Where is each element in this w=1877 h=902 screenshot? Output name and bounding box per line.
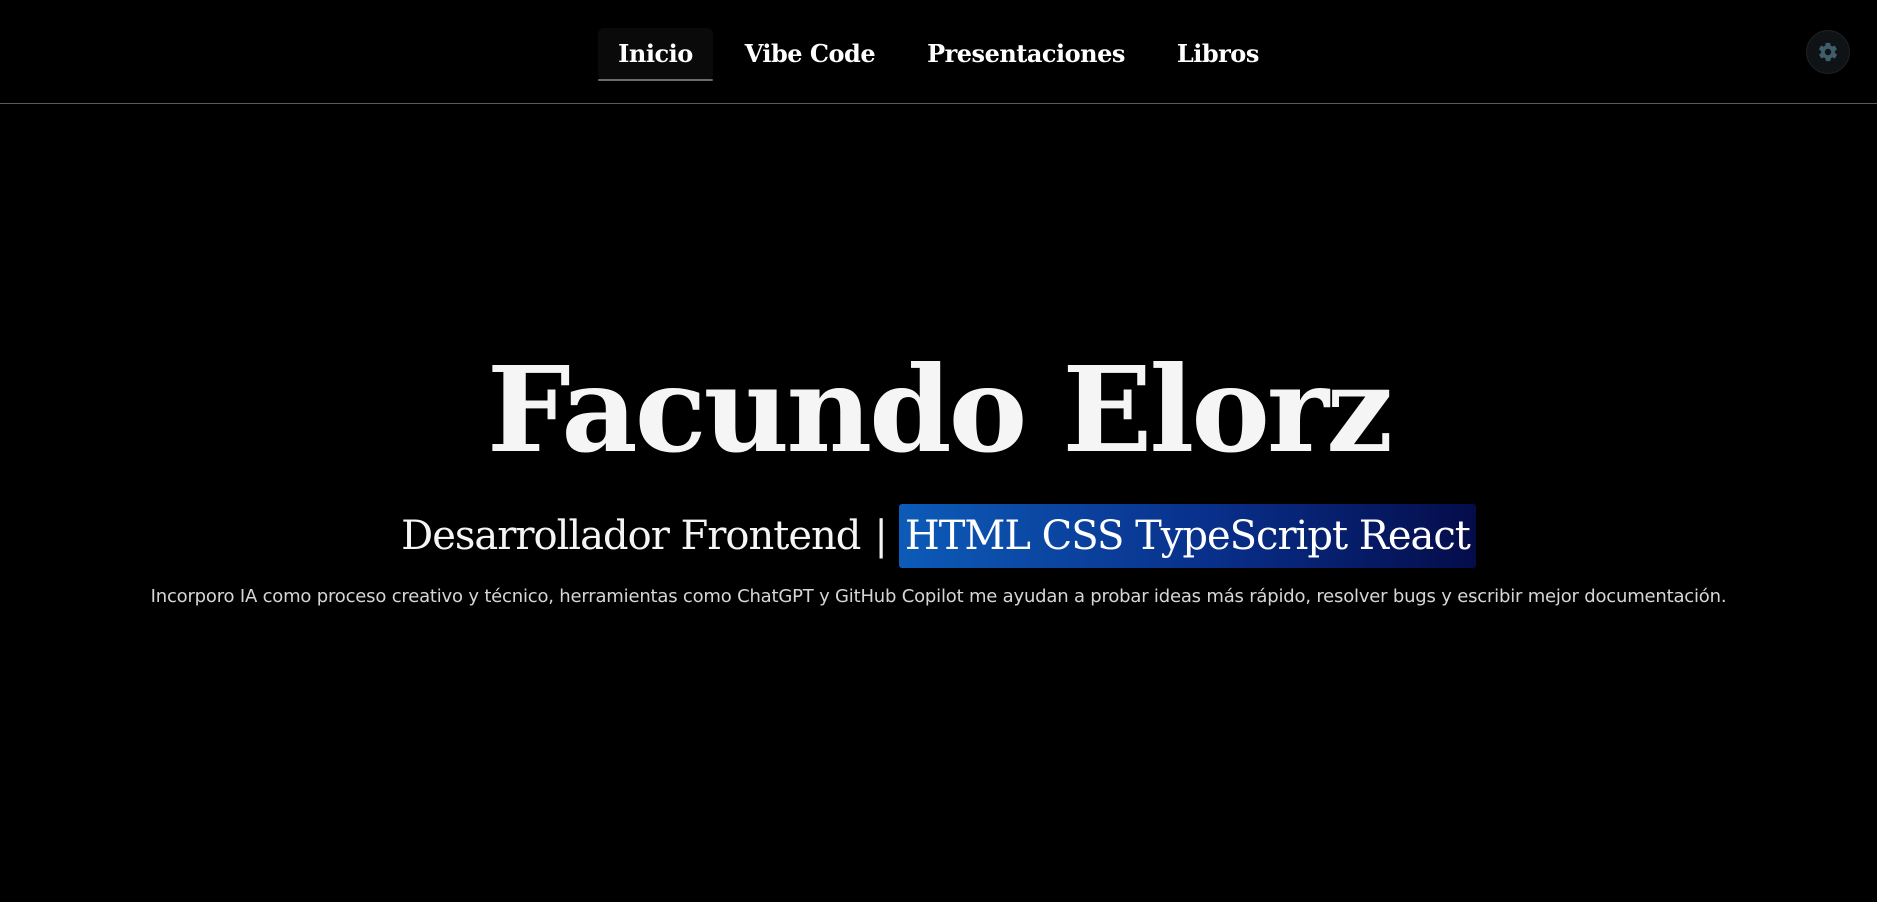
- hero-description: Incorporo IA como proceso creativo y téc…: [150, 586, 1727, 607]
- top-navigation-bar: Inicio Vibe Code Presentaciones Libros: [0, 0, 1877, 104]
- hero-role-line: Desarrollador Frontend | HTML CSS TypeSc…: [0, 504, 1877, 568]
- hero-name: Facundo Elorz: [486, 340, 1393, 479]
- theme-toggle-button[interactable]: [1806, 30, 1850, 74]
- nav-item-presentaciones[interactable]: Presentaciones: [907, 28, 1145, 80]
- nav-item-vibe-code[interactable]: Vibe Code: [725, 28, 895, 80]
- nav-item-inicio[interactable]: Inicio: [598, 28, 713, 81]
- role-separator: |: [874, 513, 888, 559]
- main-nav: Inicio Vibe Code Presentaciones Libros: [0, 28, 1877, 81]
- role-title: Desarrollador Frontend: [401, 513, 861, 559]
- gear-icon: [1818, 42, 1838, 62]
- nav-item-libros[interactable]: Libros: [1157, 28, 1279, 80]
- tech-stack-highlight: HTML CSS TypeScript React: [898, 504, 1476, 568]
- hero-section: Facundo Elorz Desarrollador Frontend | H…: [0, 340, 1877, 630]
